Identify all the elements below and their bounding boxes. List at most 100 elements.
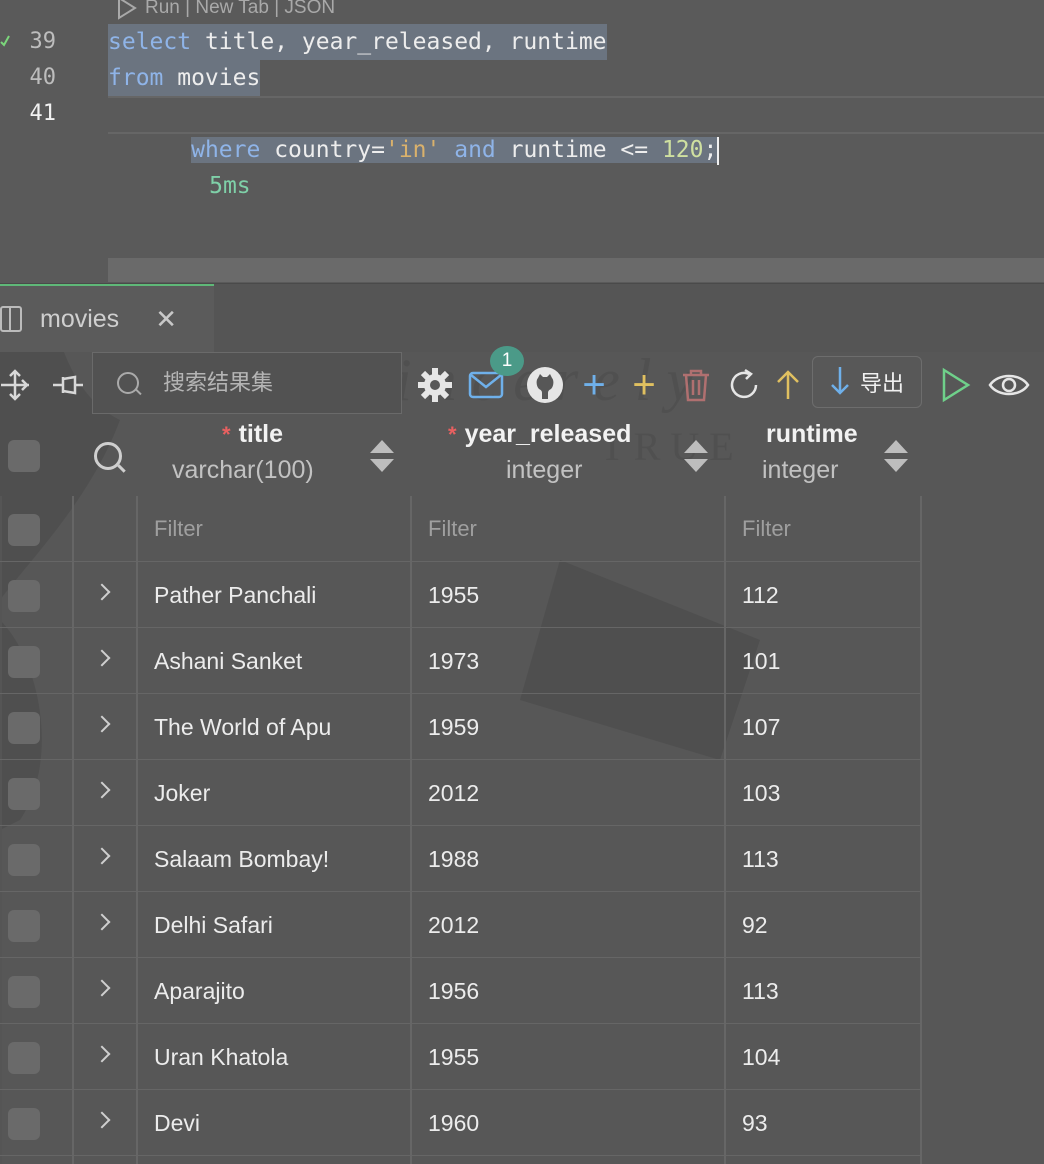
row-checkbox[interactable] — [8, 1108, 40, 1140]
sort-icon[interactable] — [684, 440, 708, 474]
line-number: 39 — [29, 29, 57, 54]
upload-icon[interactable] — [772, 352, 804, 418]
result-search-input[interactable] — [161, 369, 385, 397]
code-line-40[interactable]: 40 from movies — [0, 60, 1044, 96]
chevron-right-icon[interactable] — [93, 1111, 111, 1129]
cell-year_released[interactable]: 1988 — [428, 826, 479, 892]
table-row[interactable]: Salaam Bombay! 1988 113 — [0, 826, 922, 892]
cell-runtime[interactable]: 112 — [742, 562, 779, 628]
table-row[interactable]: Joker 2012 103 — [0, 760, 922, 826]
row-checkbox[interactable] — [8, 580, 40, 612]
add-row-icon[interactable]: + — [576, 352, 612, 418]
code-text-with-timing[interactable]: where country='in' and runtime <= 120; 5… — [108, 96, 720, 240]
chevron-right-icon[interactable] — [93, 979, 111, 997]
line-number: 41 — [29, 101, 57, 126]
cell-year_released[interactable]: 1955 — [428, 1024, 479, 1090]
cell-year_released[interactable]: 1959 — [428, 694, 479, 760]
row-checkbox[interactable] — [8, 844, 40, 876]
table-row[interactable]: Ashani Sanket 1973 101 — [0, 628, 922, 694]
code-line-41[interactable]: 41 where country='in' and runtime <= 120… — [0, 96, 1044, 199]
column-header-title[interactable]: * title varchar(100) — [140, 418, 410, 496]
table-row[interactable]: Pather Panchali 1955 112 — [0, 562, 922, 628]
github-icon[interactable] — [524, 352, 566, 418]
chevron-right-icon[interactable] — [93, 1045, 111, 1063]
column-header-runtime[interactable]: runtime integer — [726, 418, 922, 496]
cell-year_released[interactable]: 1960 — [428, 1090, 479, 1156]
pin-icon[interactable] — [48, 352, 86, 418]
cell-title[interactable]: Delhi Safari — [154, 892, 273, 958]
row-checkbox[interactable] — [8, 910, 40, 942]
chevron-right-icon[interactable] — [93, 847, 111, 865]
row-checkbox[interactable] — [8, 1042, 40, 1074]
tab-movies[interactable]: movies ✕ — [0, 284, 214, 352]
cell-title[interactable]: Aparajito — [154, 958, 245, 1024]
filter-year-input[interactable]: Filter — [428, 496, 477, 562]
select-all-checkbox[interactable] — [8, 440, 40, 472]
code-token: runtime <= — [495, 137, 662, 163]
chevron-right-icon[interactable] — [93, 583, 111, 601]
move-icon[interactable] — [0, 352, 30, 418]
codelens[interactable]: Run | New Tab | JSON — [112, 0, 335, 20]
export-button[interactable]: 导出 — [812, 356, 922, 408]
cell-year_released[interactable]: 2012 — [428, 892, 479, 958]
run-icon[interactable] — [936, 352, 976, 418]
cell-runtime[interactable]: 113 — [742, 958, 779, 1024]
chevron-right-icon[interactable] — [93, 715, 111, 733]
code-text[interactable]: from movies — [108, 60, 261, 96]
chevron-right-icon[interactable] — [93, 649, 111, 667]
eye-icon[interactable] — [986, 352, 1032, 418]
cell-title[interactable]: Uran Khatola — [154, 1024, 288, 1090]
cell-year_released[interactable]: 1973 — [428, 628, 479, 694]
add-column-icon[interactable]: + — [626, 352, 662, 418]
close-icon[interactable]: ✕ — [155, 304, 177, 335]
table-row[interactable]: Uran Khatola 1955 104 — [0, 1024, 922, 1090]
sort-icon[interactable] — [884, 440, 908, 474]
code-line-39[interactable]: 39 select title, year_released, runtime — [0, 24, 1044, 60]
cell-runtime[interactable]: 103 — [742, 760, 780, 826]
cell-title[interactable]: Ashani Sanket — [154, 628, 302, 694]
refresh-icon[interactable] — [726, 352, 762, 418]
cell-runtime[interactable]: 107 — [742, 694, 780, 760]
cell-runtime[interactable]: 113 — [742, 826, 779, 892]
horizontal-scrollbar[interactable] — [108, 258, 1044, 282]
cell-title[interactable]: Joker — [154, 760, 210, 826]
row-checkbox[interactable] — [8, 976, 40, 1008]
filter-runtime-input[interactable]: Filter — [742, 496, 791, 562]
cell-runtime[interactable]: 92 — [742, 892, 768, 958]
filter-row-checkbox[interactable] — [8, 514, 40, 546]
table-row[interactable]: Delhi Safari 2012 92 — [0, 892, 922, 958]
row-checkbox[interactable] — [8, 646, 40, 678]
column-header-year_released[interactable]: * year_released integer — [412, 418, 724, 496]
result-search[interactable] — [92, 352, 402, 414]
table-row[interactable]: Devi 1960 93 — [0, 1090, 922, 1156]
sort-icon[interactable] — [370, 440, 394, 474]
row-checkbox[interactable] — [8, 712, 40, 744]
column-name: * year_released — [448, 420, 631, 449]
search-icon[interactable] — [94, 442, 122, 470]
cell-title[interactable]: Pather Panchali — [154, 562, 316, 628]
code-token: movies — [163, 65, 261, 91]
cell-title[interactable]: Devi — [154, 1090, 200, 1156]
cell-runtime[interactable]: 101 — [742, 628, 780, 694]
filter-title-input[interactable]: Filter — [154, 496, 203, 562]
cell-year_released[interactable]: 1955 — [428, 562, 479, 628]
code-text[interactable]: select title, year_released, runtime — [108, 24, 607, 60]
cell-year_released[interactable]: 2012 — [428, 760, 479, 826]
run-codelens-icon[interactable] — [112, 0, 137, 20]
cell-year_released[interactable]: 1956 — [428, 958, 479, 1024]
chevron-right-icon[interactable] — [93, 781, 111, 799]
cell-runtime[interactable]: 104 — [742, 1024, 780, 1090]
gear-icon[interactable] — [414, 352, 456, 418]
sql-editor[interactable]: Run | New Tab | JSON 39 select title, ye… — [0, 0, 1044, 285]
row-checkbox[interactable] — [8, 778, 40, 810]
table-row[interactable]: Aparajito 1956 113 — [0, 958, 922, 1024]
chevron-right-icon[interactable] — [93, 913, 111, 931]
code-text[interactable]: where country='in' and runtime <= 120; — [191, 137, 718, 163]
codelens-label[interactable]: Run | New Tab | JSON — [145, 0, 335, 19]
table-row[interactable]: The World of Apu 1959 107 — [0, 694, 922, 760]
cell-runtime[interactable]: 93 — [742, 1090, 768, 1156]
cell-title[interactable]: The World of Apu — [154, 694, 331, 760]
delete-icon[interactable] — [678, 352, 714, 418]
grid-empty-area — [922, 496, 1044, 1164]
cell-title[interactable]: Salaam Bombay! — [154, 826, 329, 892]
